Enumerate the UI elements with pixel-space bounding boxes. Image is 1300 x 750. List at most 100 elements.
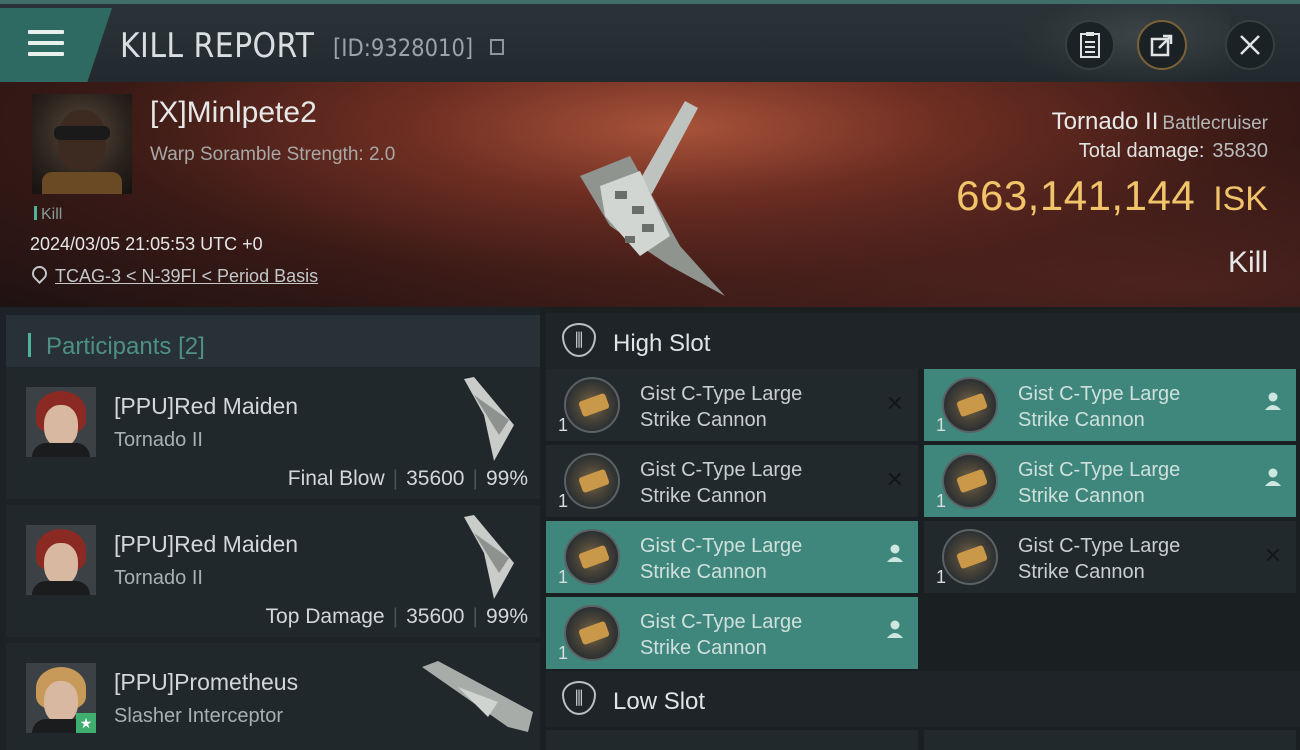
module-name: Gist C-Type Large Strike Cannon — [640, 459, 803, 507]
share-button[interactable] — [1137, 20, 1187, 70]
participants-header[interactable]: Participants [2] — [6, 315, 540, 373]
participant-row[interactable]: [PPU]Red Maiden Tornado II Final Blow | 35… — [6, 367, 540, 499]
copy-icon[interactable] — [490, 39, 504, 55]
module-name: Gist C-Type Large Strike Cannon — [640, 383, 803, 431]
participant-stats: Top Damage | 35600 | 99% — [265, 605, 528, 628]
low-slot-header: ⫼ Low Slot — [546, 671, 1300, 727]
cannon-icon — [564, 453, 620, 509]
kill-tag: Kill — [34, 206, 62, 224]
module-card[interactable]: 1 Gist C-Type Large Strike Cannon — [924, 445, 1296, 517]
ship-class: Battlecruiser — [1162, 113, 1268, 134]
module-card[interactable]: 1 Gist C-Type Large Strike Cannon — [546, 597, 918, 669]
page-title: KILL REPORT — [120, 26, 315, 66]
close-icon — [1240, 35, 1260, 55]
participant-role: Final Blow — [287, 467, 385, 490]
ship-name-text: Tornado II — [1051, 108, 1159, 135]
fitting-panel: ⫼ High Slot 1 Gist C-Type Large Strike Ca… — [540, 307, 1300, 750]
close-button[interactable] — [1225, 20, 1275, 70]
person-icon — [1264, 391, 1282, 417]
low-slot-module-partial[interactable] — [546, 730, 918, 750]
clipboard-button[interactable] — [1065, 20, 1115, 70]
participant-percent: 99% — [485, 467, 528, 490]
participant-ship: Tornado II — [114, 429, 203, 451]
participant-row[interactable]: [PPU]Red Maiden Tornado II Top Damage | 35… — [6, 505, 540, 637]
isk-value: 663,141,144 ISK — [956, 172, 1268, 220]
person-icon — [886, 543, 904, 569]
victim-ship-image — [580, 101, 725, 296]
module-name: Gist C-Type Large Strike Cannon — [1018, 535, 1181, 583]
module-card[interactable]: 1 Gist C-Type Large Strike Cannon — [924, 369, 1296, 441]
participants-count: [2] — [178, 333, 205, 360]
participant-row[interactable]: ★ [PPU]Prometheus Slasher Interceptor — [6, 643, 540, 750]
isk-unit: ISK — [1213, 180, 1268, 218]
victim-ship-name[interactable]: Tornado II Battlecruiser — [1052, 108, 1268, 136]
kill-location[interactable]: TCAG-3 < N-39FI < Period Basis — [28, 262, 318, 287]
share-icon — [1150, 34, 1173, 57]
module-quantity: 1 — [558, 415, 569, 435]
cannon-icon — [564, 529, 620, 585]
kill-id: [ID:9328010] — [333, 34, 474, 62]
high-slot-label: High Slot — [613, 330, 711, 357]
cannon-icon — [942, 529, 998, 585]
star-icon: ★ — [76, 713, 96, 733]
module-name: Gist C-Type Large Strike Cannon — [1018, 459, 1181, 507]
module-quantity: 1 — [936, 415, 947, 435]
total-damage-label: Total damage: — [1078, 140, 1205, 162]
participants-panel: Participants [2] [PPU]Red Maiden Tornado… — [0, 307, 540, 750]
module-name: Gist C-Type Large Strike Cannon — [1018, 383, 1181, 431]
participant-ship: Tornado II — [114, 567, 203, 589]
participant-ship-image — [464, 515, 514, 599]
participant-damage: 35600 — [406, 467, 465, 490]
person-icon — [886, 619, 904, 645]
high-slot-header: ⫼ High Slot — [546, 313, 1300, 369]
module-name: Gist C-Type Large Strike Cannon — [640, 535, 803, 583]
module-card[interactable]: 1 Gist C-Type Large Strike Cannon ✕ — [924, 521, 1296, 593]
location-pin-icon — [28, 262, 51, 285]
person-icon — [1264, 467, 1282, 493]
participant-ship: Slasher Interceptor — [114, 705, 283, 727]
module-quantity: 1 — [558, 567, 569, 587]
participant-avatar — [26, 525, 96, 595]
destroyed-icon: ✕ — [885, 391, 904, 416]
kill-timestamp: 2024/03/05 21:05:53 UTC +0 — [30, 234, 263, 254]
victim-name[interactable]: [X]Minlpete2 — [150, 96, 317, 130]
clipboard-icon — [1080, 32, 1100, 58]
destroyed-icon: ✕ — [885, 467, 904, 492]
participant-name: [PPU]Red Maiden — [114, 531, 299, 557]
module-quantity: 1 — [558, 643, 569, 663]
header-ship-decoration — [1010, 4, 1230, 82]
victim-avatar[interactable] — [32, 94, 132, 194]
cannon-icon — [942, 453, 998, 509]
kill-tag-label: Kill — [41, 206, 63, 223]
participant-avatar: ★ — [26, 663, 96, 733]
module-card[interactable]: 1 Gist C-Type Large Strike Cannon ✕ — [546, 369, 918, 441]
participant-avatar — [26, 387, 96, 457]
participants-label: Participants — [46, 333, 172, 360]
kill-result: Kill — [1227, 246, 1268, 279]
header-bar: KILL REPORT [ID:9328010] — [0, 0, 1300, 82]
participant-role: Top Damage — [265, 605, 385, 628]
module-card[interactable]: 1 Gist C-Type Large Strike Cannon ✕ — [546, 445, 918, 517]
menu-button[interactable] — [0, 8, 112, 82]
module-name: Gist C-Type Large Strike Cannon — [640, 611, 803, 659]
destroyed-icon: ✕ — [1263, 543, 1282, 568]
total-damage-value: 35830 — [1212, 140, 1268, 162]
total-damage: Total damage: 35830 — [1079, 140, 1268, 163]
cannon-icon — [942, 377, 998, 433]
participant-stats: Final Blow | 35600 | 99% — [287, 467, 528, 490]
module-quantity: 1 — [936, 491, 947, 511]
participant-name: [PPU]Prometheus — [114, 669, 299, 695]
high-slot-icon: ⫼ — [562, 323, 596, 357]
isk-amount: 663,141,144 — [956, 172, 1196, 219]
location-link[interactable]: TCAG-3 < N-39FI < Period Basis — [55, 266, 318, 286]
module-card[interactable]: 1 Gist C-Type Large Strike Cannon — [546, 521, 918, 593]
low-slot-module-partial[interactable] — [924, 730, 1296, 750]
module-quantity: 1 — [558, 491, 569, 511]
cannon-icon — [564, 605, 620, 661]
participant-ship-image — [464, 377, 514, 461]
cannon-icon — [564, 377, 620, 433]
victim-warp-scramble: Warp Soramble Strength: 2.0 — [150, 144, 396, 165]
low-slot-icon: ⫼ — [562, 681, 596, 715]
module-quantity: 1 — [936, 567, 947, 587]
participant-name: [PPU]Red Maiden — [114, 393, 299, 419]
